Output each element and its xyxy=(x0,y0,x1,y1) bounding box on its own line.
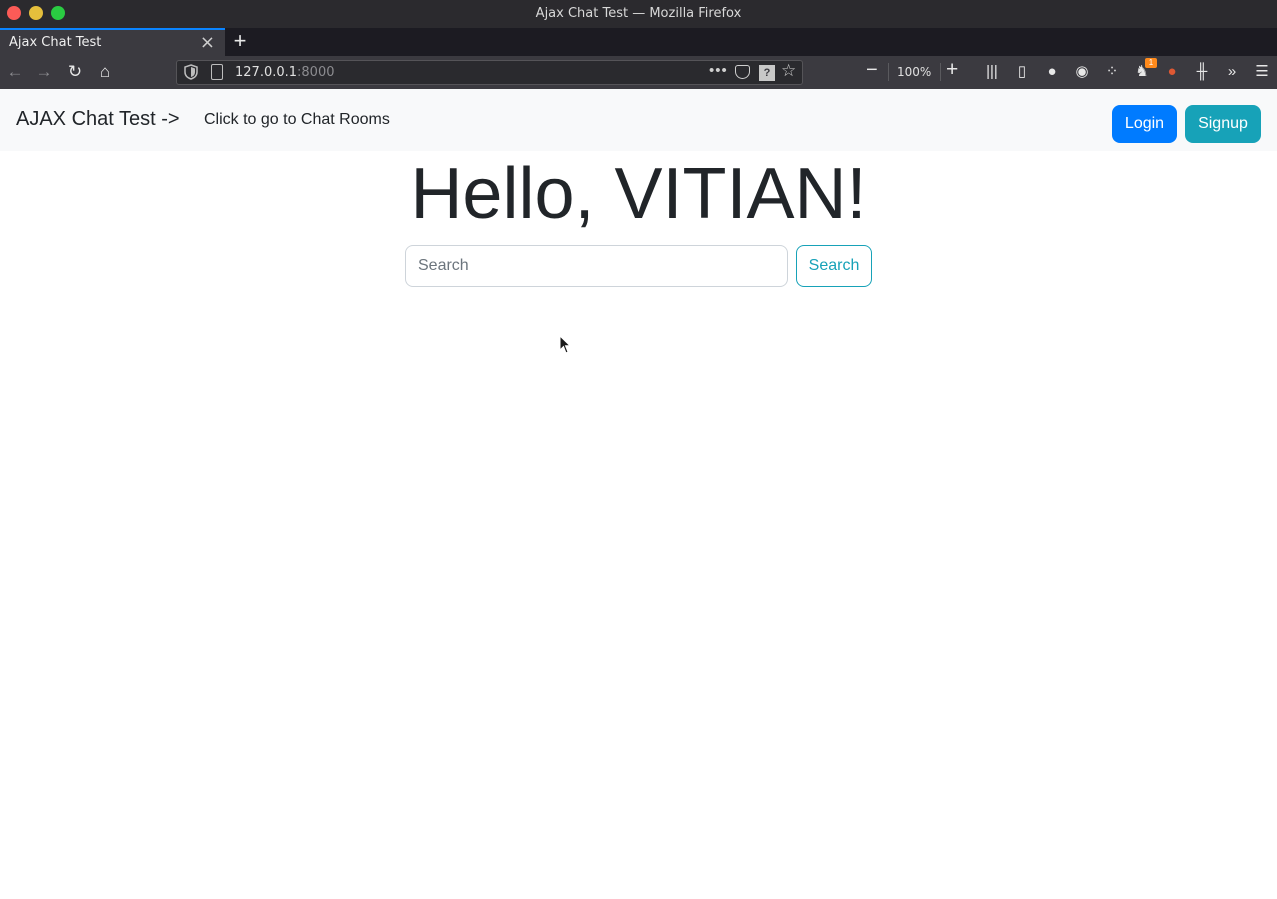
search-button[interactable]: Search xyxy=(796,245,872,287)
library-icon[interactable]: ||| xyxy=(982,62,1002,82)
zoom-out-icon[interactable]: − xyxy=(866,59,878,82)
zoom-level[interactable]: 100% xyxy=(897,65,931,79)
url-text[interactable]: 127.0.0.1:8000 xyxy=(235,65,335,80)
separator xyxy=(940,63,941,81)
login-button[interactable]: Login xyxy=(1112,105,1177,143)
extension-icon[interactable]: ╫ xyxy=(1192,62,1212,82)
window-titlebar: Ajax Chat Test — Mozilla Firefox xyxy=(0,0,1277,28)
tab-close-icon[interactable]: × xyxy=(200,32,215,53)
extension-icon[interactable]: ⁘ xyxy=(1102,62,1122,82)
url-bar[interactable]: 127.0.0.1:8000 ••• ? ☆ xyxy=(176,60,803,85)
menu-icon[interactable]: ☰ xyxy=(1252,62,1272,82)
tab-bar: Ajax Chat Test × + xyxy=(0,28,1277,56)
site-navbar: AJAX Chat Test -> Click to go to Chat Ro… xyxy=(0,89,1277,151)
bookmark-star-icon[interactable]: ☆ xyxy=(781,61,796,81)
tab-title: Ajax Chat Test xyxy=(9,35,102,50)
account-icon[interactable]: ● xyxy=(1042,62,1062,82)
zoom-in-icon[interactable]: + xyxy=(946,58,958,82)
browser-toolbar: ← → ↻ ⌂ 127.0.0.1:8000 ••• ? ☆ − 100% + … xyxy=(0,56,1277,89)
signup-button[interactable]: Signup xyxy=(1185,105,1261,143)
overflow-icon[interactable]: » xyxy=(1222,62,1242,82)
tracking-shield-icon[interactable] xyxy=(184,64,198,80)
page-actions-icon[interactable]: ••• xyxy=(709,62,728,79)
greeting-heading: Hello, VITIAN! xyxy=(410,154,867,234)
mouse-cursor-icon xyxy=(559,335,571,354)
reload-icon[interactable]: ↻ xyxy=(64,61,86,83)
home-icon[interactable]: ⌂ xyxy=(94,61,116,83)
extension-icon[interactable]: ◉ xyxy=(1072,62,1092,82)
page-info-icon[interactable] xyxy=(211,64,223,80)
new-tab-icon[interactable]: + xyxy=(230,28,250,56)
pocket-icon[interactable] xyxy=(735,65,750,79)
search-input[interactable] xyxy=(405,245,788,287)
forward-icon[interactable]: → xyxy=(33,61,55,83)
sidebar-icon[interactable]: ▯ xyxy=(1012,62,1032,82)
tab-ajax-chat-test[interactable]: Ajax Chat Test × xyxy=(0,28,225,56)
chat-rooms-link[interactable]: Click to go to Chat Rooms xyxy=(204,111,390,129)
site-brand[interactable]: AJAX Chat Test -> xyxy=(16,108,180,131)
extension-icon[interactable]: ? xyxy=(759,65,775,81)
window-title: Ajax Chat Test — Mozilla Firefox xyxy=(535,6,742,21)
back-icon[interactable]: ← xyxy=(4,61,26,83)
duckduckgo-icon[interactable]: ● xyxy=(1162,62,1182,82)
notification-badge: 1 xyxy=(1145,58,1157,68)
separator xyxy=(888,63,889,81)
